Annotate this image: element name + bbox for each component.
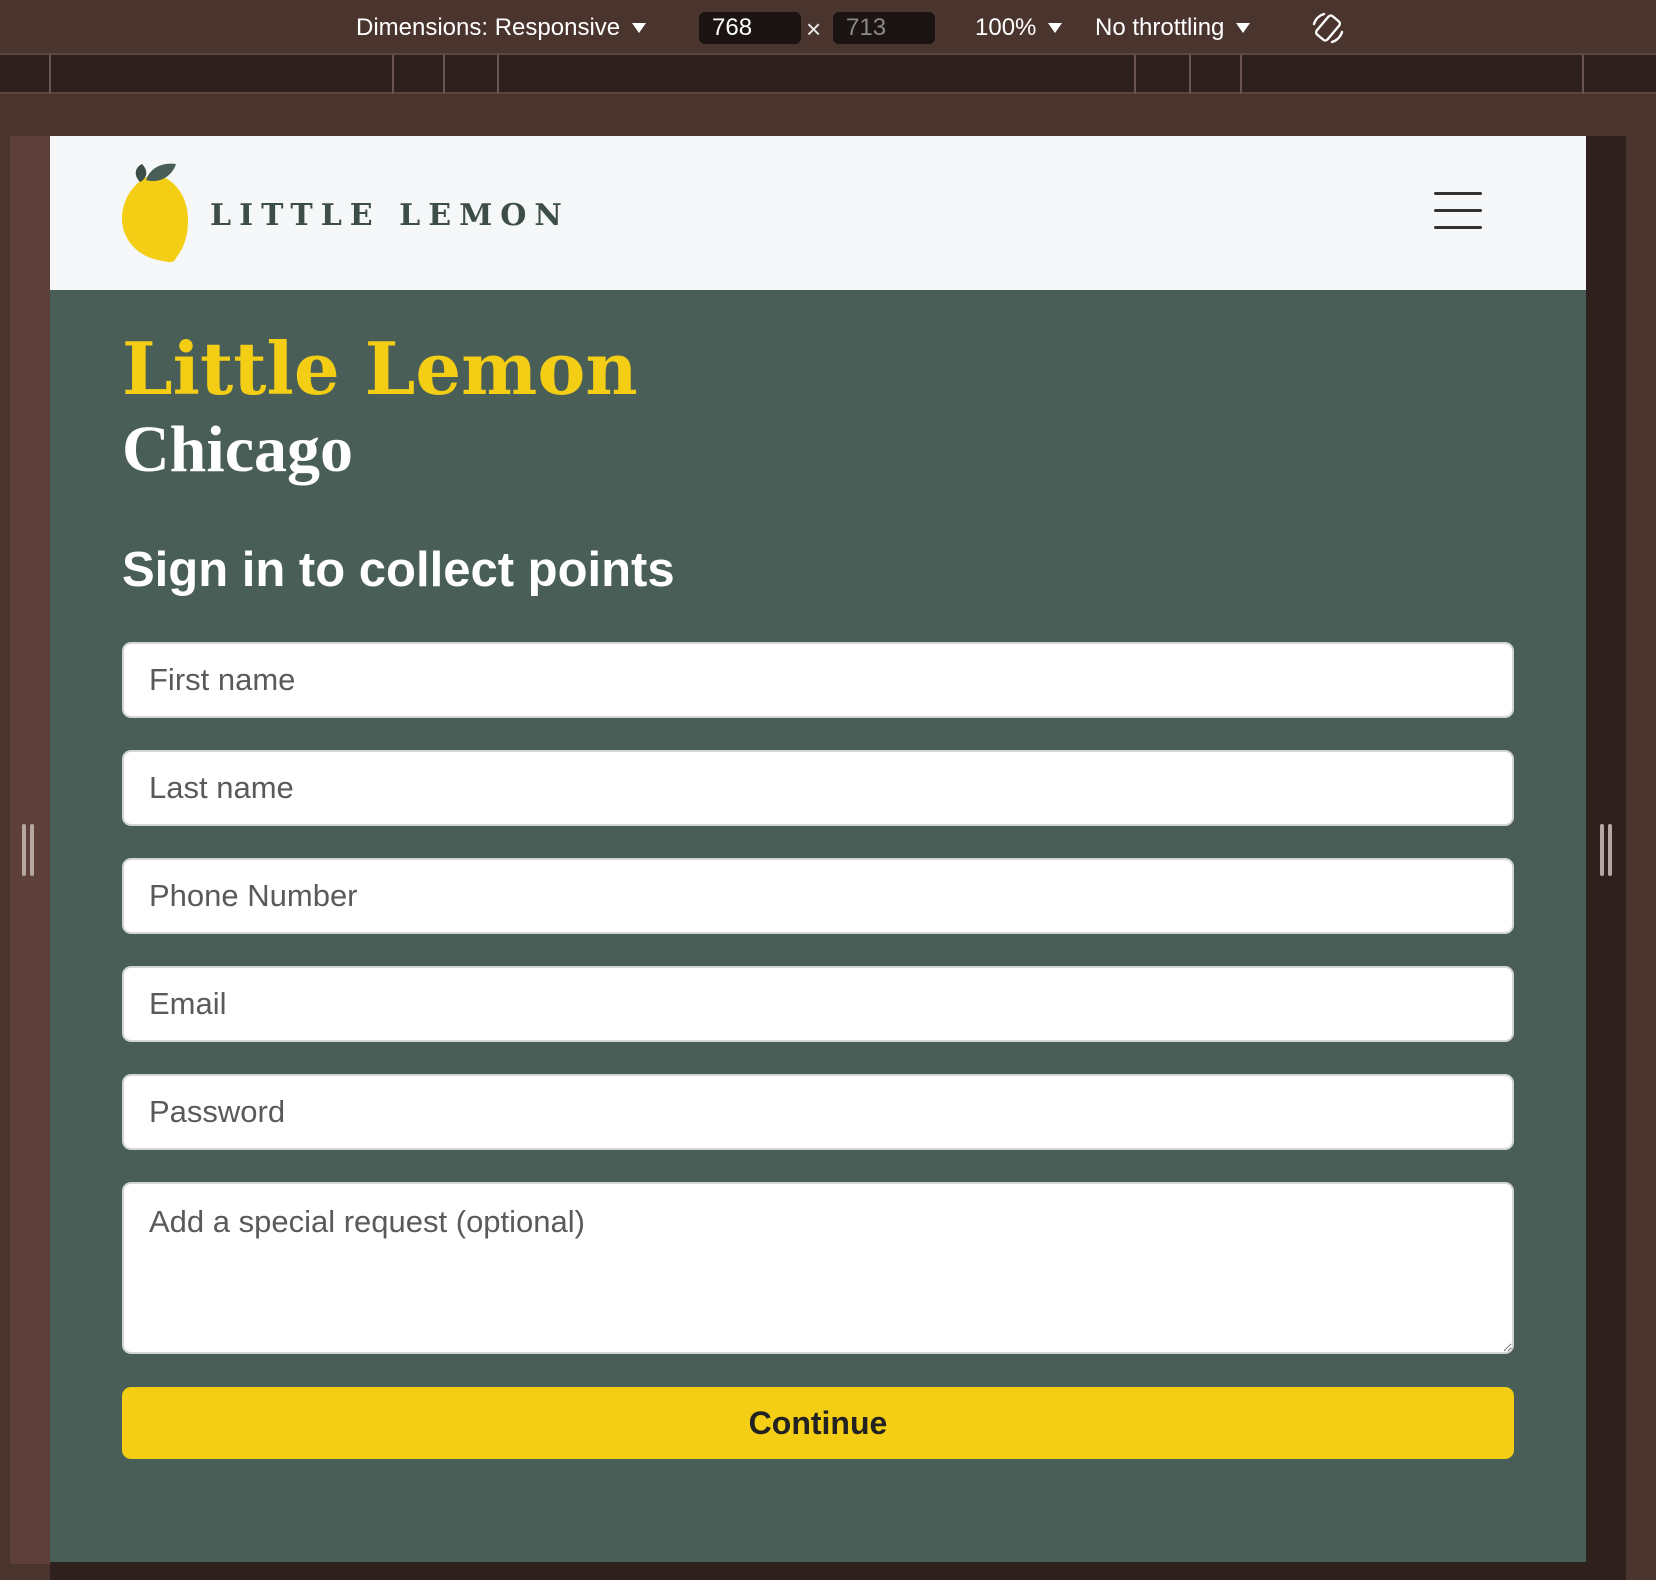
dimensions-label: Dimensions: Responsive [356,14,621,41]
last-name-field[interactable] [122,750,1514,826]
page-title: Little Lemon [122,326,638,411]
logo-wordmark[interactable]: LITTLE LEMON [210,198,570,233]
throttling-label: No throttling [1095,14,1225,41]
left-resize-handle[interactable] [22,824,26,876]
email-field[interactable] [122,966,1514,1042]
height-input[interactable]: 713 [833,12,935,44]
throttling-dropdown[interactable]: No throttling [1095,14,1251,42]
zoom-label: 100% [975,14,1037,41]
right-resize-handle[interactable] [1608,824,1612,876]
devtools-toolbar: Dimensions: Responsive 768 × 713 100% No… [0,0,1656,55]
lemon-logo-icon[interactable] [120,160,190,264]
phone-number-field[interactable] [122,858,1514,934]
page-subtitle: Chicago [122,413,353,486]
password-field[interactable] [122,1074,1514,1150]
left-resize-handle[interactable] [30,824,34,876]
right-resize-gutter [1586,136,1626,1580]
site-header: LITTLE LEMON [50,136,1586,290]
special-request-textarea[interactable] [122,1182,1514,1354]
right-resize-handle[interactable] [1600,824,1604,876]
bottom-resize-gutter [50,1562,1586,1580]
times-separator: × [806,14,822,44]
rotate-device-icon[interactable] [1310,10,1346,46]
zoom-dropdown[interactable]: 100% [975,14,1063,42]
device-viewport: LITTLE LEMON Little Lemon Chicago Sign i… [50,136,1586,1562]
continue-button[interactable]: Continue [122,1387,1514,1459]
chevron-down-icon [1236,23,1251,33]
first-name-field[interactable] [122,642,1514,718]
chevron-down-icon [632,23,647,33]
dimensions-dropdown[interactable]: Dimensions: Responsive [356,14,647,42]
form-heading: Sign in to collect points [122,543,675,597]
media-query-ruler [0,55,1656,94]
width-input[interactable]: 768 [699,12,801,44]
chevron-down-icon [1048,23,1063,33]
hamburger-menu-icon[interactable] [1434,192,1482,230]
